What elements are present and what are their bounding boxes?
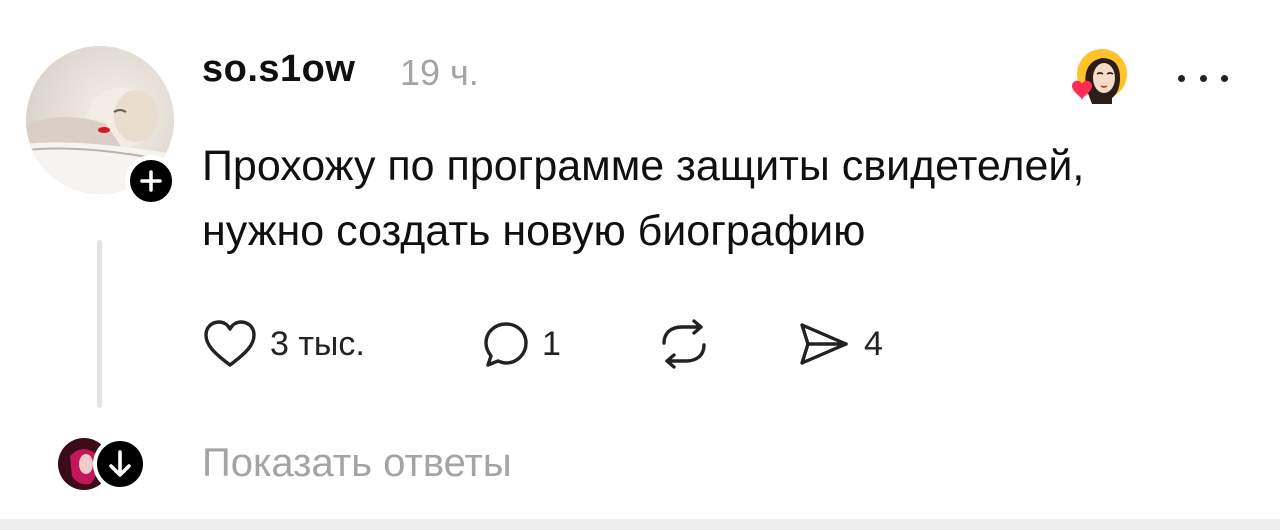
like-count: 3 тыс. — [270, 325, 365, 363]
post-text: Прохожу по программе защиты свидетелей, … — [202, 134, 1262, 264]
reaction-avatar-illustration — [1072, 49, 1127, 104]
heart-outline-icon — [204, 320, 256, 367]
post-text-line: Прохожу по программе защиты свидетелей, — [202, 142, 1085, 190]
username[interactable]: so.s1ow — [202, 50, 355, 88]
like-button[interactable]: 3 тыс. — [202, 316, 365, 372]
ellipsis-dot — [1199, 74, 1207, 82]
author-reaction-avatar[interactable] — [1068, 48, 1128, 108]
post-text-line: нужно создать новую биографию — [202, 207, 866, 255]
replies-avatar-stack[interactable] — [56, 436, 152, 492]
paper-plane-icon — [800, 323, 848, 365]
share-button[interactable]: 4 — [796, 316, 883, 372]
divider — [0, 519, 1280, 530]
repost-arrows-icon — [662, 319, 706, 369]
ellipsis-dot — [1221, 74, 1228, 82]
thread-line — [97, 240, 102, 408]
comment-button[interactable]: 1 — [482, 316, 561, 372]
speech-bubble-icon — [484, 322, 528, 367]
reply-avatars — [58, 437, 147, 491]
ellipsis-icon — [1178, 74, 1185, 82]
follow-button[interactable] — [125, 155, 177, 207]
share-count: 4 — [864, 325, 883, 363]
timestamp: 19 ч. — [400, 52, 479, 93]
repost-button[interactable] — [656, 316, 724, 372]
plus-icon — [140, 170, 162, 192]
comment-count: 1 — [542, 325, 561, 363]
show-replies-link[interactable]: Показать ответы — [202, 443, 512, 483]
more-options-button[interactable] — [1178, 65, 1228, 91]
